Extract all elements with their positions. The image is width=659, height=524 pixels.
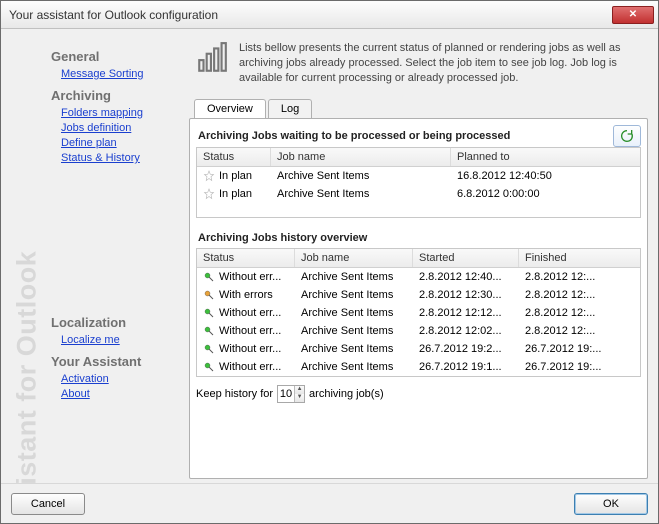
job-name-cell: Archive Sent Items [295,323,413,339]
status-cell: Without err... [219,343,281,355]
spin-up-button[interactable]: ▲ [294,386,304,394]
status-cell: Without err... [219,307,281,319]
star-icon [203,188,215,200]
nav-link-jobs-definition[interactable]: Jobs definition [61,122,181,134]
table-row[interactable]: Without err...Archive Sent Items2.8.2012… [197,268,640,286]
pin-icon [203,289,215,301]
close-button[interactable]: ✕ [612,6,654,24]
nav-header-archiving: Archiving [51,88,181,103]
pin-icon [203,343,215,355]
finished-cell: 26.7.2012 19:... [519,359,640,375]
main-panel: Lists bellow presents the current status… [189,37,648,479]
keep-history-prefix: Keep history for [196,388,273,400]
dialog-window: Your assistant for Outlook configuration… [0,0,659,524]
table-row[interactable]: With errorsArchive Sent Items2.8.2012 12… [197,286,640,304]
pending-grid-header: Status Job name Planned to [197,148,640,167]
nav-header-your-assistant: Your Assistant [51,354,181,369]
col-job-name[interactable]: Job name [295,249,413,267]
finished-cell: 2.8.2012 12:... [519,305,640,321]
col-status[interactable]: Status [197,249,295,267]
intro-text: Lists bellow presents the current status… [239,41,642,86]
pin-icon [203,307,215,319]
pin-icon [203,271,215,283]
planned-cell: 6.8.2012 0:00:00 [451,186,640,202]
intro-row: Lists bellow presents the current status… [189,37,648,96]
job-name-cell: Archive Sent Items [271,186,451,202]
nav-header-localization: Localization [51,315,181,330]
spin-down-button[interactable]: ▼ [294,394,304,402]
keep-history-suffix: archiving job(s) [309,388,384,400]
job-name-cell: Archive Sent Items [295,341,413,357]
pending-jobs-title: Archiving Jobs waiting to be processed o… [198,130,510,142]
history-grid-header: Status Job name Started Finished [197,249,640,268]
nav-link-message-sorting[interactable]: Message Sorting [61,68,181,80]
status-cell: With errors [219,289,273,301]
started-cell: 2.8.2012 12:12... [413,305,519,321]
nav-link-status-history[interactable]: Status & History [61,152,181,164]
sidebar: General Message Sorting Archiving Folder… [11,37,181,479]
nav-link-activation[interactable]: Activation [61,373,181,385]
nav-link-about[interactable]: About [61,388,181,400]
pending-jobs-grid: Status Job name Planned to In plan Archiv… [196,147,641,218]
dialog-body: Your Assistant for Outlook General Messa… [1,29,658,483]
keep-history-spinner[interactable]: ▲ ▼ [277,385,305,403]
keep-history-row: Keep history for ▲ ▼ archiving job(s) [196,385,641,403]
nav-link-localize-me[interactable]: Localize me [61,334,181,346]
ok-button[interactable]: OK [574,493,648,515]
table-row[interactable]: In plan Archive Sent Items6.8.2012 0:00:0… [197,185,640,203]
cancel-button[interactable]: Cancel [11,493,85,515]
col-started[interactable]: Started [413,249,519,267]
history-jobs-grid: Status Job name Started Finished Without… [196,248,641,378]
finished-cell: 2.8.2012 12:... [519,323,640,339]
finished-cell: 26.7.2012 19:... [519,341,640,357]
chart-bars-icon [195,41,229,86]
started-cell: 2.8.2012 12:02... [413,323,519,339]
history-jobs-title: Archiving Jobs history overview [198,232,639,244]
job-name-cell: Archive Sent Items [295,287,413,303]
finished-cell: 2.8.2012 12:... [519,269,640,285]
col-finished[interactable]: Finished [519,249,640,267]
table-row[interactable]: Without err...Archive Sent Items26.7.201… [197,340,640,358]
status-cell: Without err... [219,325,281,337]
started-cell: 2.8.2012 12:40... [413,269,519,285]
tab-log[interactable]: Log [268,99,312,118]
started-cell: 26.7.2012 19:2... [413,341,519,357]
job-name-cell: Archive Sent Items [295,269,413,285]
status-cell: Without err... [219,361,281,373]
col-status[interactable]: Status [197,148,271,166]
nav-header-general: General [51,49,181,64]
tab-strip: Overview Log [194,99,314,118]
status-cell: In plan [219,170,252,182]
star-icon [203,170,215,182]
table-row[interactable]: Without err...Archive Sent Items2.8.2012… [197,322,640,340]
window-title: Your assistant for Outlook configuration [9,8,612,22]
close-icon: ✕ [629,9,637,20]
dialog-footer: Cancel OK [1,483,658,523]
nav-link-define-plan[interactable]: Define plan [61,137,181,149]
tab-container: Overview Log Archiving Jobs waiting to b… [189,118,648,479]
status-cell: Without err... [219,271,281,283]
pin-icon [203,361,215,373]
title-bar: Your assistant for Outlook configuration… [1,1,658,29]
col-job-name[interactable]: Job name [271,148,451,166]
col-planned-to[interactable]: Planned to [451,148,640,166]
started-cell: 2.8.2012 12:30... [413,287,519,303]
started-cell: 26.7.2012 19:1... [413,359,519,375]
tab-overview[interactable]: Overview [194,99,266,118]
refresh-button[interactable] [613,125,641,147]
job-name-cell: Archive Sent Items [295,359,413,375]
table-row[interactable]: Without err...Archive Sent Items26.7.201… [197,358,640,376]
job-name-cell: Archive Sent Items [271,168,451,184]
pin-icon [203,325,215,337]
nav-link-folders-mapping[interactable]: Folders mapping [61,107,181,119]
table-row[interactable]: Without err...Archive Sent Items2.8.2012… [197,304,640,322]
finished-cell: 2.8.2012 12:... [519,287,640,303]
status-cell: In plan [219,188,252,200]
planned-cell: 16.8.2012 12:40:50 [451,168,640,184]
table-row[interactable]: In plan Archive Sent Items16.8.2012 12:40… [197,167,640,185]
job-name-cell: Archive Sent Items [295,305,413,321]
refresh-icon [619,128,635,144]
keep-history-input[interactable] [278,388,294,400]
